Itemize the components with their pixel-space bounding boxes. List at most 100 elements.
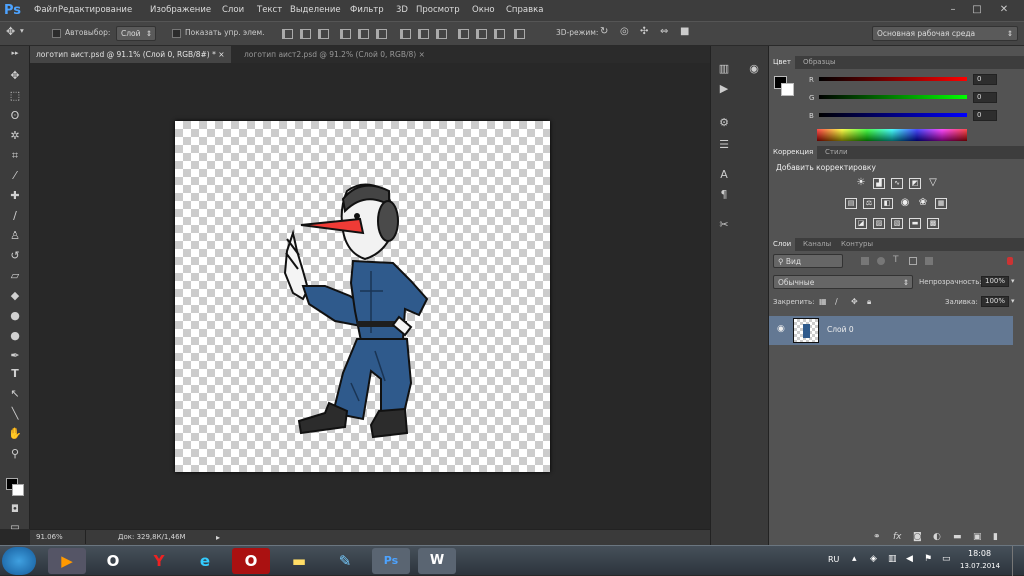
- color-lookup-adjustment-icon[interactable]: ▦: [935, 198, 947, 209]
- channel-g-value[interactable]: 0: [973, 92, 997, 103]
- menu-text[interactable]: Текст: [257, 0, 282, 21]
- clock-date[interactable]: 13.07.2014: [960, 562, 1000, 570]
- status-arrow-icon[interactable]: ▸: [216, 530, 220, 545]
- 3d-scale-icon[interactable]: ■: [680, 26, 689, 37]
- align-center-icon[interactable]: [358, 29, 369, 39]
- menu-layers[interactable]: Слои: [222, 0, 244, 21]
- tab-channels[interactable]: Каналы: [799, 238, 835, 251]
- close-icon[interactable]: ×: [218, 50, 224, 59]
- filter-toggle-icon[interactable]: [1007, 257, 1013, 265]
- media-player-taskbar-icon[interactable]: ▶: [48, 548, 86, 574]
- minimize-button[interactable]: –: [944, 3, 962, 17]
- black-white-adjustment-icon[interactable]: ◧: [881, 198, 893, 209]
- show-desktop-button[interactable]: [1012, 546, 1024, 576]
- flag-icon[interactable]: ⚑: [924, 554, 932, 564]
- gradient-map-adjustment-icon[interactable]: ▬: [909, 218, 921, 229]
- link-layers-icon[interactable]: ⚭: [873, 532, 881, 542]
- tab-paths[interactable]: Контуры: [837, 238, 877, 251]
- posterize-adjustment-icon[interactable]: ▨: [873, 218, 885, 229]
- blur-tool-icon[interactable]: ●: [6, 308, 24, 324]
- magic-wand-tool-icon[interactable]: ✲: [6, 128, 24, 144]
- layer-style-icon[interactable]: fx: [893, 532, 902, 542]
- lock-move-icon[interactable]: ✥: [851, 297, 858, 306]
- menu-window[interactable]: Окно: [472, 0, 495, 21]
- autoselect-dropdown[interactable]: Слой ⇕: [116, 26, 156, 41]
- layer-row-selected[interactable]: ◉ Слой 0: [769, 316, 1013, 345]
- eyedropper-tool-icon[interactable]: ⁄: [6, 168, 24, 184]
- quick-mask-icon[interactable]: ◘: [6, 502, 24, 518]
- tray-app-icon[interactable]: ◈: [870, 554, 877, 564]
- blend-mode-dropdown[interactable]: Обычные ⇕: [773, 275, 913, 289]
- document-canvas[interactable]: [175, 121, 550, 472]
- chevron-down-icon[interactable]: ▾: [20, 26, 24, 35]
- type-tool-icon[interactable]: T: [6, 366, 24, 382]
- filter-shape-icon[interactable]: [909, 257, 917, 265]
- zoom-tool-icon[interactable]: ⚲: [6, 446, 24, 462]
- align-bottom-icon[interactable]: [318, 29, 329, 39]
- tab-layers[interactable]: Слои: [769, 238, 796, 251]
- exposure-adjustment-icon[interactable]: ◩: [909, 178, 921, 189]
- yandex-taskbar-icon[interactable]: Y: [140, 548, 178, 574]
- channel-r-slider[interactable]: [819, 77, 967, 81]
- channel-g-slider[interactable]: [819, 95, 967, 99]
- tab-document-1[interactable]: логотип аист.psd @ 91.1% (Слой 0, RGB/8#…: [30, 46, 231, 63]
- 3d-roll-icon[interactable]: ◎: [620, 26, 629, 37]
- channel-r-value[interactable]: 0: [973, 74, 997, 85]
- channel-b-value[interactable]: 0: [973, 110, 997, 121]
- opacity-value[interactable]: 100%: [981, 276, 1009, 287]
- photoshop-taskbar-icon[interactable]: Ps: [372, 548, 410, 574]
- pen-tool-icon[interactable]: ✒: [6, 348, 24, 364]
- filter-smart-icon[interactable]: [925, 257, 933, 265]
- opacity-arrow-icon[interactable]: ▾: [1011, 277, 1015, 285]
- threshold-adjustment-icon[interactable]: ▧: [891, 218, 903, 229]
- dodge-tool-icon[interactable]: ●: [6, 328, 24, 344]
- background-color-swatch[interactable]: [12, 484, 24, 496]
- canvas-area[interactable]: [30, 63, 710, 529]
- workspace-dropdown[interactable]: Основная рабочая среда ⇕: [872, 26, 1018, 41]
- opera-taskbar-icon[interactable]: O: [94, 548, 132, 574]
- adjustment-layer-icon[interactable]: ◐: [933, 532, 941, 542]
- move-tool-icon[interactable]: ✥: [6, 68, 24, 84]
- menu-view[interactable]: Просмотр: [416, 0, 460, 21]
- language-indicator[interactable]: RU: [828, 555, 839, 564]
- vibrance-adjustment-icon[interactable]: ▽: [927, 178, 939, 189]
- color-balance-adjustment-icon[interactable]: ⚖: [863, 198, 875, 209]
- 3d-pan-icon[interactable]: ✣: [640, 26, 648, 37]
- distribute-middle-icon[interactable]: [418, 29, 429, 39]
- filter-type-icon[interactable]: T: [893, 255, 899, 265]
- channel-b-slider[interactable]: [819, 113, 967, 117]
- volume-icon[interactable]: ◀: [906, 554, 913, 564]
- new-group-icon[interactable]: ▬: [953, 532, 962, 542]
- move-tool-icon[interactable]: ✥: [6, 25, 15, 38]
- info-panel-icon[interactable]: ◉: [745, 62, 763, 76]
- auto-align-icon[interactable]: [514, 29, 525, 39]
- lock-brush-icon[interactable]: ∕: [835, 297, 838, 306]
- trash-icon[interactable]: ▮: [993, 532, 998, 542]
- distribute-left-icon[interactable]: [458, 29, 469, 39]
- history-brush-tool-icon[interactable]: ↺: [6, 248, 24, 264]
- distribute-right-icon[interactable]: [494, 29, 505, 39]
- close-icon[interactable]: ×: [419, 50, 425, 59]
- start-button[interactable]: [2, 547, 36, 575]
- line-tool-icon[interactable]: ╲: [6, 406, 24, 422]
- healing-brush-tool-icon[interactable]: ✚: [6, 188, 24, 204]
- autoselect-checkbox[interactable]: [52, 29, 61, 38]
- word-taskbar-icon[interactable]: W: [418, 548, 456, 574]
- hand-tool-icon[interactable]: ✋: [6, 426, 24, 442]
- explorer-taskbar-icon[interactable]: ▬: [280, 548, 318, 574]
- layer-filter-dropdown[interactable]: ⚲ Вид: [773, 254, 843, 268]
- brightness-adjustment-icon[interactable]: ☀: [855, 178, 867, 189]
- color-spectrum[interactable]: [817, 129, 967, 141]
- fill-arrow-icon[interactable]: ▾: [1011, 297, 1015, 305]
- filter-adjustment-icon[interactable]: [877, 257, 885, 265]
- maximize-button[interactable]: □: [968, 3, 986, 17]
- fill-value[interactable]: 100%: [981, 296, 1009, 307]
- lasso-tool-icon[interactable]: ʘ: [6, 108, 24, 124]
- properties-panel-icon[interactable]: ☰: [715, 138, 733, 152]
- photo-filter-adjustment-icon[interactable]: ◉: [899, 198, 911, 209]
- zoom-level[interactable]: 91.06%: [36, 530, 63, 545]
- menu-image[interactable]: Изображение: [150, 0, 211, 21]
- layer-name[interactable]: Слой 0: [827, 325, 854, 334]
- show-controls-checkbox[interactable]: [172, 29, 181, 38]
- tab-swatches[interactable]: Образцы: [799, 56, 840, 69]
